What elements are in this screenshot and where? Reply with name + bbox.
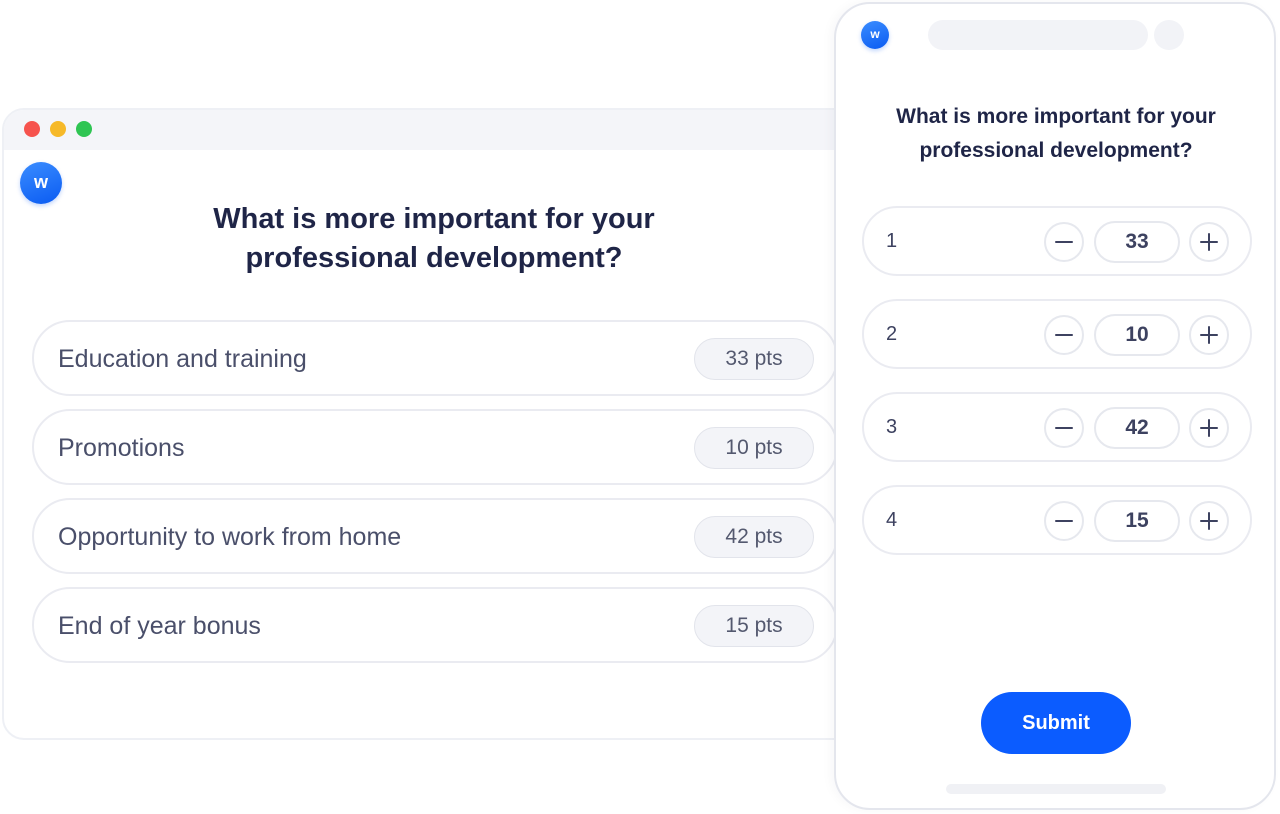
results-list: Education and training 33 pts Promotions…	[32, 320, 838, 676]
row-number: 2	[886, 323, 898, 345]
points-value[interactable]: 42	[1094, 407, 1180, 449]
points-value[interactable]: 33	[1094, 221, 1180, 263]
minus-icon[interactable]	[1044, 222, 1084, 262]
home-indicator	[946, 784, 1166, 794]
result-option[interactable]: Education and training 33 pts	[32, 320, 838, 396]
url-bar[interactable]	[928, 20, 1148, 50]
row-number: 3	[886, 416, 898, 438]
allocation-row: 3 42	[862, 392, 1252, 462]
poll-question: What is more important for your professi…	[896, 105, 1216, 162]
plus-icon[interactable]	[1189, 408, 1229, 448]
window-titlebar	[4, 110, 880, 150]
points-allocation-list: 1 33 2 10 3 42 4 15	[862, 206, 1252, 578]
points-badge: 10 pts	[694, 427, 814, 469]
option-label: Promotions	[58, 434, 185, 462]
allocation-row: 1 33	[862, 206, 1252, 276]
points-badge: 33 pts	[694, 338, 814, 380]
points-badge: 15 pts	[694, 605, 814, 647]
brand-logo-icon: w	[861, 21, 889, 49]
browser-menu-button[interactable]	[1154, 20, 1184, 50]
maximize-window-button[interactable]	[76, 121, 92, 137]
minus-icon[interactable]	[1044, 408, 1084, 448]
brand-logo-icon: w	[20, 162, 62, 204]
plus-icon[interactable]	[1189, 315, 1229, 355]
row-number: 4	[886, 509, 898, 531]
result-option[interactable]: Opportunity to work from home 42 pts	[32, 498, 838, 574]
result-option[interactable]: End of year bonus 15 pts	[32, 587, 838, 663]
option-label: Opportunity to work from home	[58, 523, 402, 551]
poll-question: What is more important for your professi…	[213, 203, 655, 274]
plus-icon[interactable]	[1189, 501, 1229, 541]
close-window-button[interactable]	[24, 121, 40, 137]
minus-icon[interactable]	[1044, 501, 1084, 541]
option-label: End of year bonus	[58, 612, 261, 640]
submit-button[interactable]: Submit	[981, 692, 1131, 754]
option-label: Education and training	[58, 345, 307, 373]
points-badge: 42 pts	[694, 516, 814, 558]
allocation-row: 2 10	[862, 299, 1252, 369]
minus-icon[interactable]	[1044, 315, 1084, 355]
plus-icon[interactable]	[1189, 222, 1229, 262]
mobile-device: w What is more important for your profes…	[834, 2, 1276, 810]
result-option[interactable]: Promotions 10 pts	[32, 409, 838, 485]
points-value[interactable]: 15	[1094, 500, 1180, 542]
row-number: 1	[886, 230, 898, 252]
allocation-row: 4 15	[862, 485, 1252, 555]
desktop-window: w What is more important for your profes…	[2, 108, 882, 740]
points-value[interactable]: 10	[1094, 314, 1180, 356]
minimize-window-button[interactable]	[50, 121, 66, 137]
